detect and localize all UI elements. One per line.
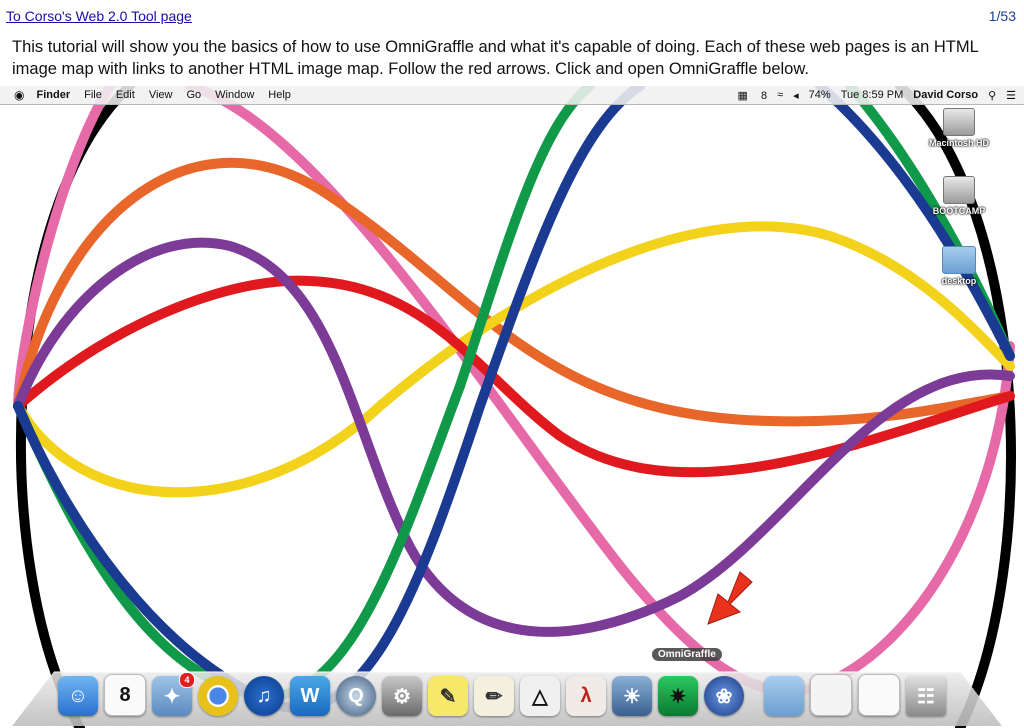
spotlight-icon[interactable]: ⚲ <box>988 89 996 102</box>
desktop-icon-macintosh-hd[interactable]: Macintosh HD <box>924 108 994 148</box>
mail-badge: 4 <box>179 672 195 688</box>
word-icon[interactable]: W <box>290 676 330 716</box>
iphoto-icon[interactable]: ☀ <box>612 676 652 716</box>
mail-icon[interactable]: ✦ 4 <box>152 672 195 716</box>
menu-help[interactable]: Help <box>268 89 291 101</box>
menu-window[interactable]: Window <box>215 89 254 101</box>
battery-status[interactable]: 74% <box>809 89 831 101</box>
mac-menubar: ◉ Finder File Edit View Go Window Help ▦… <box>0 86 1024 105</box>
yellow-curve <box>13 221 1015 498</box>
page-counter: 1/53 <box>988 8 1016 24</box>
sketchbook-icon[interactable]: ❀ <box>704 676 744 716</box>
menu-file[interactable]: File <box>84 89 102 101</box>
list-icon[interactable]: ☰ <box>1006 89 1016 102</box>
clock[interactable]: Tue 8:59 PM <box>841 89 904 101</box>
quicktime-icon[interactable]: Q <box>336 676 376 716</box>
hard-drive-icon <box>943 176 975 204</box>
orange-curve <box>13 157 1015 427</box>
menubar-status-area: ▦ 8 ≈ ◂ 74% Tue 8:59 PM David Corso ⚲ ☰ <box>728 86 1017 104</box>
system-preferences-icon[interactable]: ⚙ <box>382 676 422 716</box>
desktop-icon-bootcamp[interactable]: BOOTCAMP <box>924 176 994 216</box>
colored-curves <box>13 86 1016 728</box>
back-link[interactable]: To Corso's Web 2.0 Tool page <box>6 8 192 24</box>
dock-tooltip: OmniGraffle <box>652 648 722 661</box>
intro-text: This tutorial will show you the basics o… <box>12 38 979 78</box>
desktop-screenshot: ◉ Finder File Edit View Go Window Help ▦… <box>0 86 1024 728</box>
status-badge[interactable]: ▦ 8 <box>738 89 768 102</box>
menu-app-finder[interactable]: Finder <box>36 89 70 101</box>
calendar-icon[interactable]: 8 <box>104 674 146 716</box>
preview-icon[interactable] <box>810 674 852 716</box>
user-name[interactable]: David Corso <box>913 89 978 101</box>
menu-view[interactable]: View <box>149 89 173 101</box>
omnigraffle-icon[interactable]: ✷ <box>658 676 698 716</box>
desktop-icon-label: desktop <box>941 276 977 286</box>
documents-icon[interactable] <box>858 674 900 716</box>
trash-icon[interactable]: ☷ <box>906 676 946 716</box>
chrome-icon[interactable] <box>198 676 238 716</box>
desktop-icon-desktop-folder[interactable]: desktop <box>924 246 994 286</box>
itunes-icon[interactable]: ♫ <box>244 676 284 716</box>
wifi-icon[interactable]: ≈ <box>777 89 783 101</box>
acrobat-icon[interactable]: λ <box>566 676 606 716</box>
stickies-icon[interactable]: ✎ <box>428 676 468 716</box>
menu-edit[interactable]: Edit <box>116 89 135 101</box>
hard-drive-icon <box>943 108 975 136</box>
menu-go[interactable]: Go <box>186 89 201 101</box>
folder-icon[interactable] <box>764 676 804 716</box>
apple-menu-icon[interactable]: ◉ <box>14 88 24 102</box>
folder-icon <box>942 246 976 274</box>
textedit-icon[interactable]: ✏ <box>474 676 514 716</box>
dock: ☺ 8 ✦ 4 ♫ W Q ⚙ ✎ ✏ △ λ ☀ ✷ ❀ ☷ <box>58 672 952 716</box>
desktop-icon-label: BOOTCAMP <box>932 206 986 216</box>
red-arrow-icon <box>707 571 753 625</box>
unity-icon[interactable]: △ <box>520 676 560 716</box>
volume-icon[interactable]: ◂ <box>793 89 799 102</box>
finder-icon[interactable]: ☺ <box>58 676 98 716</box>
desktop-icon-label: Macintosh HD <box>928 138 989 148</box>
